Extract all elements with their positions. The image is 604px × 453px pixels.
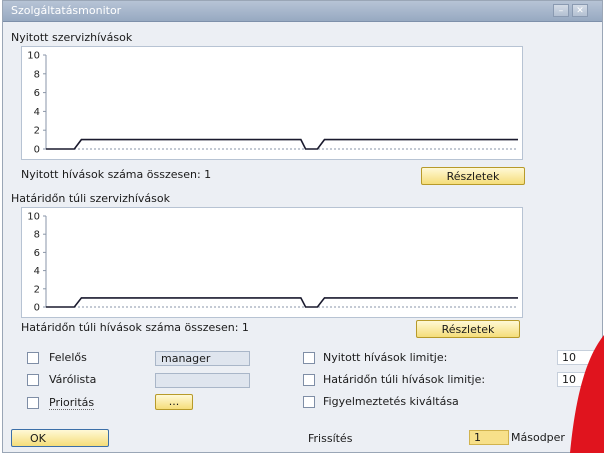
felelos-field[interactable]: manager	[155, 351, 250, 366]
figyelmeztetes-checkbox[interactable]	[303, 396, 315, 408]
prioritas-checkbox[interactable]	[27, 397, 39, 409]
overdue-calls-svg: 10 8 6 4 2 0	[27, 212, 518, 314]
open-calls-y-tick-label: 4	[34, 107, 40, 118]
service-monitor-window: Szolgáltatásmonitor – ✕ Nyitott szervizh…	[2, 0, 603, 453]
open-calls-y-tick-label: 6	[34, 88, 40, 99]
open-calls-y-tick-label: 2	[34, 126, 40, 137]
open-calls-y-tick-label: 8	[34, 69, 40, 80]
figyelmeztetes-label: Figyelmeztetés kiváltása	[323, 395, 459, 408]
frissites-label: Frissítés	[308, 432, 353, 445]
open-calls-svg: 10 8 6 4 2 0	[27, 51, 518, 156]
open-calls-y-tick-label: 0	[34, 145, 40, 156]
felelos-label: Felelős	[49, 351, 87, 364]
overdue-calls-title: Határidőn túli szervizhívások	[11, 192, 170, 205]
overdue-calls-details-button[interactable]: Részletek	[416, 320, 520, 338]
overdue-calls-total: Határidőn túli hívások száma összesen: 1	[21, 321, 249, 334]
nyitott-limit-checkbox[interactable]	[303, 352, 315, 364]
prioritas-select-button[interactable]: ...	[155, 394, 193, 410]
details-button-label: Részletek	[441, 323, 495, 336]
hatarido-limit-checkbox[interactable]	[303, 374, 315, 386]
felelos-checkbox[interactable]	[27, 352, 39, 364]
overdue-calls-series-line	[46, 297, 518, 308]
window-title: Szolgáltatásmonitor	[11, 4, 122, 17]
open-calls-title: Nyitott szervizhívások	[11, 31, 133, 44]
overdue-calls-y-tick-label: 6	[34, 248, 40, 259]
prioritas-label: Prioritás	[49, 396, 95, 410]
minimize-button[interactable]: –	[553, 4, 569, 17]
open-calls-details-button[interactable]: Részletek	[421, 167, 525, 185]
nyitott-limit-label: Nyitott hívások limitje:	[323, 351, 448, 364]
varolista-label: Várólista	[49, 373, 97, 386]
overdue-calls-chart: 10 8 6 4 2 0	[21, 207, 523, 318]
overdue-calls-y-tick-label: 0	[34, 303, 40, 314]
open-calls-total: Nyitott hívások száma összesen: 1	[21, 168, 212, 181]
open-calls-y-tick-label: 10	[27, 51, 40, 62]
varolista-field[interactable]	[155, 373, 250, 388]
varolista-checkbox[interactable]	[27, 374, 39, 386]
details-button-label: Részletek	[446, 170, 500, 183]
overdue-calls-y-tick-label: 10	[27, 212, 40, 223]
frissites-unit: Másodper	[511, 431, 565, 444]
title-bar[interactable]: Szolgáltatásmonitor – ✕	[3, 1, 602, 22]
hatarido-limit-label: Határidőn túli hívások limitje:	[323, 373, 486, 386]
overdue-calls-y-tick-label: 4	[34, 266, 40, 277]
ok-button-label: OK	[30, 432, 46, 445]
close-button[interactable]: ✕	[572, 4, 588, 17]
ok-button[interactable]: OK	[11, 429, 109, 447]
overdue-calls-y-tick-label: 8	[34, 230, 40, 241]
frissites-input[interactable]: 1	[469, 430, 509, 445]
red-decoration-shape	[570, 335, 604, 453]
open-calls-series-line	[46, 138, 518, 150]
open-calls-chart: 10 8 6 4 2 0	[21, 46, 523, 160]
overdue-calls-y-tick-label: 2	[34, 284, 40, 295]
